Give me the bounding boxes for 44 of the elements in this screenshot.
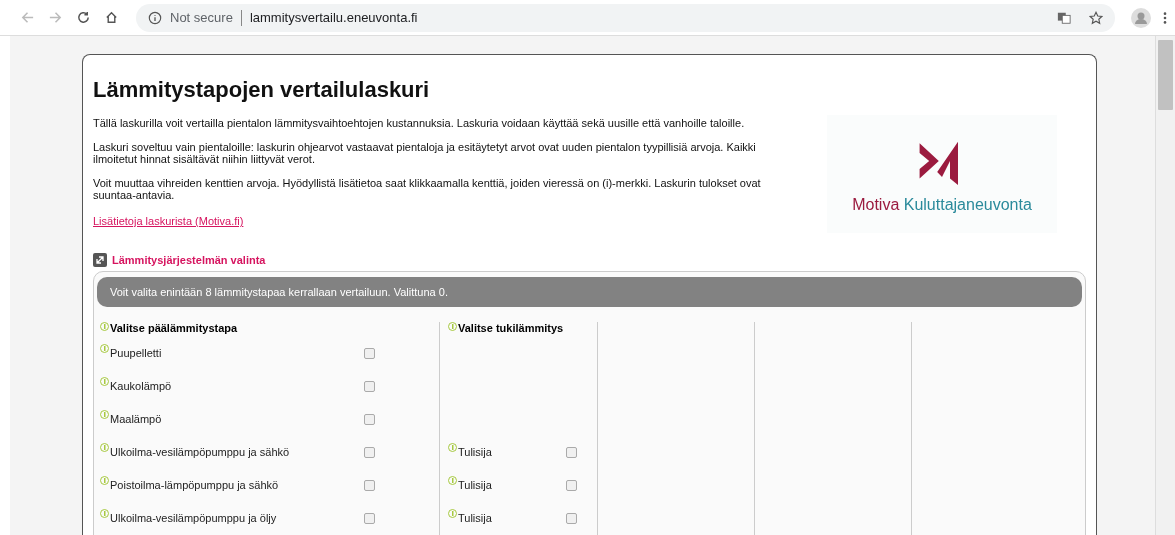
- checkbox[interactable]: [566, 447, 577, 458]
- checkbox[interactable]: [566, 513, 577, 524]
- notice-bar: Voit valita enintään 8 lämmitystapaa kerrallaan vertailuun. Valittuna 0.: [97, 277, 1082, 307]
- column-heading: Valitse päälämmitystapa: [110, 322, 238, 334]
- star-icon[interactable]: [1089, 10, 1103, 25]
- option-label: Maalämpö: [110, 412, 163, 425]
- checkbox[interactable]: [364, 381, 375, 392]
- column-heading: Valitse tukilämmitys: [458, 322, 564, 334]
- forward-icon[interactable]: [48, 10, 63, 25]
- option-label: Ulkoilma-vesilämpöpumppu ja öljy: [110, 511, 278, 524]
- security-label: Not secure: [170, 10, 233, 25]
- option-label: Tulisija: [458, 511, 493, 524]
- option-label: Ulkoilma-vesilämpöpumppu ja sähkö: [110, 445, 291, 458]
- paragraph: Tällä laskurilla voit vertailla pientalon lämmitysvaihtoehtojen kustannuksia. Laskuria voidaan käyttää sekä uusille että vanhoille taloille.: [93, 117, 746, 129]
- scrollbar[interactable]: [1155, 36, 1175, 535]
- info-icon[interactable]: [148, 10, 162, 25]
- option-label: Tulisija: [458, 478, 493, 491]
- translate-icon[interactable]: [1057, 10, 1071, 25]
- logo-subtitle: Kuluttajaneuvonta: [903, 195, 1032, 213]
- checkbox[interactable]: [364, 447, 375, 458]
- checkbox[interactable]: [566, 480, 577, 491]
- option-label: Puupelletti: [110, 346, 163, 359]
- menu-icon[interactable]: [1163, 10, 1167, 25]
- logo-brand: Motiva: [852, 195, 900, 213]
- paragraph: Voit muuttaa vihreiden kenttien arvoja. Hyödyllistä lisätietoa saat klikkaamalla kenttiä, joiden vieressä on (i)-merkki. Laskurin tulokset ovat suuntaa-antavia.: [93, 177, 762, 201]
- address-bar[interactable]: Not secure lammitysvertailu.eneuvonta.fi: [136, 3, 1115, 32]
- checkbox[interactable]: [364, 480, 375, 491]
- checkbox[interactable]: [364, 414, 375, 425]
- scroll-thumb[interactable]: [1158, 40, 1173, 110]
- checkbox[interactable]: [364, 348, 375, 359]
- back-icon[interactable]: [20, 10, 35, 25]
- page-title: Lämmitystapojen vertailulaskuri: [93, 77, 431, 103]
- checkbox[interactable]: [364, 513, 375, 524]
- option-label: Kaukolämpö: [110, 379, 173, 392]
- reload-icon[interactable]: [76, 10, 91, 25]
- paragraph: Laskuri soveltuu vain pientaloille: laskurin ohjearvot vastaavat pientaloja ja esitäytetyt arvot ovat uuden pientalon tyypillisiä arvoja. Kaikki ilmoitetut hinnat sisältävät niihin liittyvät verot.: [93, 141, 757, 165]
- expand-icon[interactable]: [93, 253, 107, 267]
- section-title: Lämmitysjärjestelmän valinta: [112, 254, 266, 266]
- option-label: Poistoilma-lämpöpumppu ja sähkö: [110, 478, 280, 491]
- info-link[interactable]: Lisätietoja laskurista (Motiva.fi): [93, 215, 244, 227]
- url-text: lammitysvertailu.eneuvonta.fi: [249, 10, 418, 25]
- avatar-icon[interactable]: [1131, 7, 1151, 28]
- home-icon[interactable]: [104, 10, 119, 25]
- option-label: Tulisija: [458, 445, 493, 458]
